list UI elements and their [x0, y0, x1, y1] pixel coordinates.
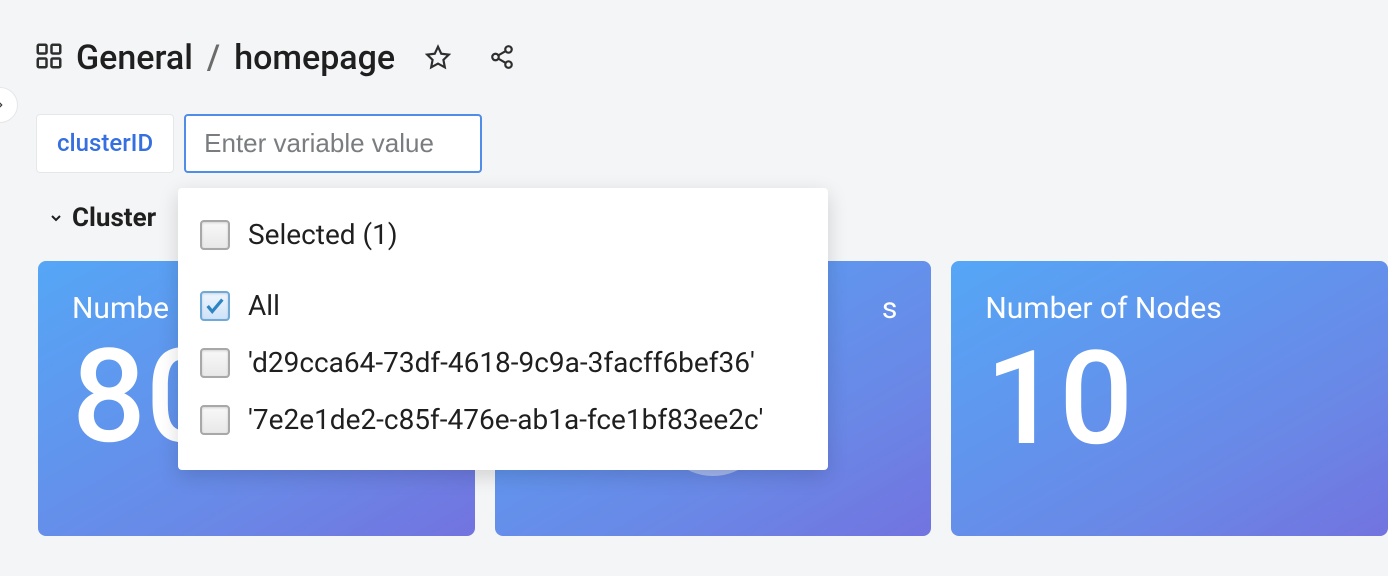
- panel-title: Number of Nodes: [985, 291, 1354, 326]
- panel-card[interactable]: Number of Nodes 10: [951, 261, 1388, 536]
- variable-dropdown: Selected (1) All 'd29cca64-73df-4618-9c9…: [178, 188, 828, 470]
- checkbox-icon[interactable]: [200, 291, 230, 321]
- variable-label-clusterid[interactable]: clusterID: [36, 114, 174, 173]
- variable-bar: clusterID: [0, 78, 1388, 173]
- dropdown-option-label: All: [248, 289, 280, 322]
- breadcrumb-folder[interactable]: General: [76, 38, 193, 78]
- dropdown-selected-label: Selected (1): [248, 218, 398, 251]
- dropdown-option-all[interactable]: All: [178, 277, 828, 334]
- dropdown-option[interactable]: 'd29cca64-73df-4618-9c9a-3facff6bef36': [178, 334, 828, 391]
- checkbox-icon[interactable]: [200, 348, 230, 378]
- dropdown-option-label: 'd29cca64-73df-4618-9c9a-3facff6bef36': [248, 346, 755, 379]
- variable-input-clusterid[interactable]: [184, 114, 482, 173]
- section-title: Cluster: [72, 203, 156, 233]
- dropdown-option-label: '7e2e1de2-c85f-476e-ab1a-fce1bf83ee2c': [248, 403, 763, 436]
- checkbox-icon[interactable]: [200, 405, 230, 435]
- chevron-down-icon: [48, 210, 64, 226]
- star-icon: [425, 58, 451, 73]
- breadcrumb: General / homepage: [76, 38, 395, 78]
- page-header: General / homepage: [0, 0, 1388, 78]
- checkbox-icon[interactable]: [200, 220, 230, 250]
- panel-value: 10: [985, 334, 1354, 464]
- dropdown-option[interactable]: '7e2e1de2-c85f-476e-ab1a-fce1bf83ee2c': [178, 391, 828, 448]
- favorite-button[interactable]: [421, 40, 455, 77]
- breadcrumb-page: homepage: [234, 38, 395, 78]
- dropdown-spacer: [178, 263, 828, 277]
- dropdown-selected-summary[interactable]: Selected (1): [178, 206, 828, 263]
- dashboard-icon: [34, 41, 64, 75]
- share-icon: [489, 58, 515, 73]
- share-button[interactable]: [485, 40, 519, 77]
- breadcrumb-separator: /: [207, 38, 220, 78]
